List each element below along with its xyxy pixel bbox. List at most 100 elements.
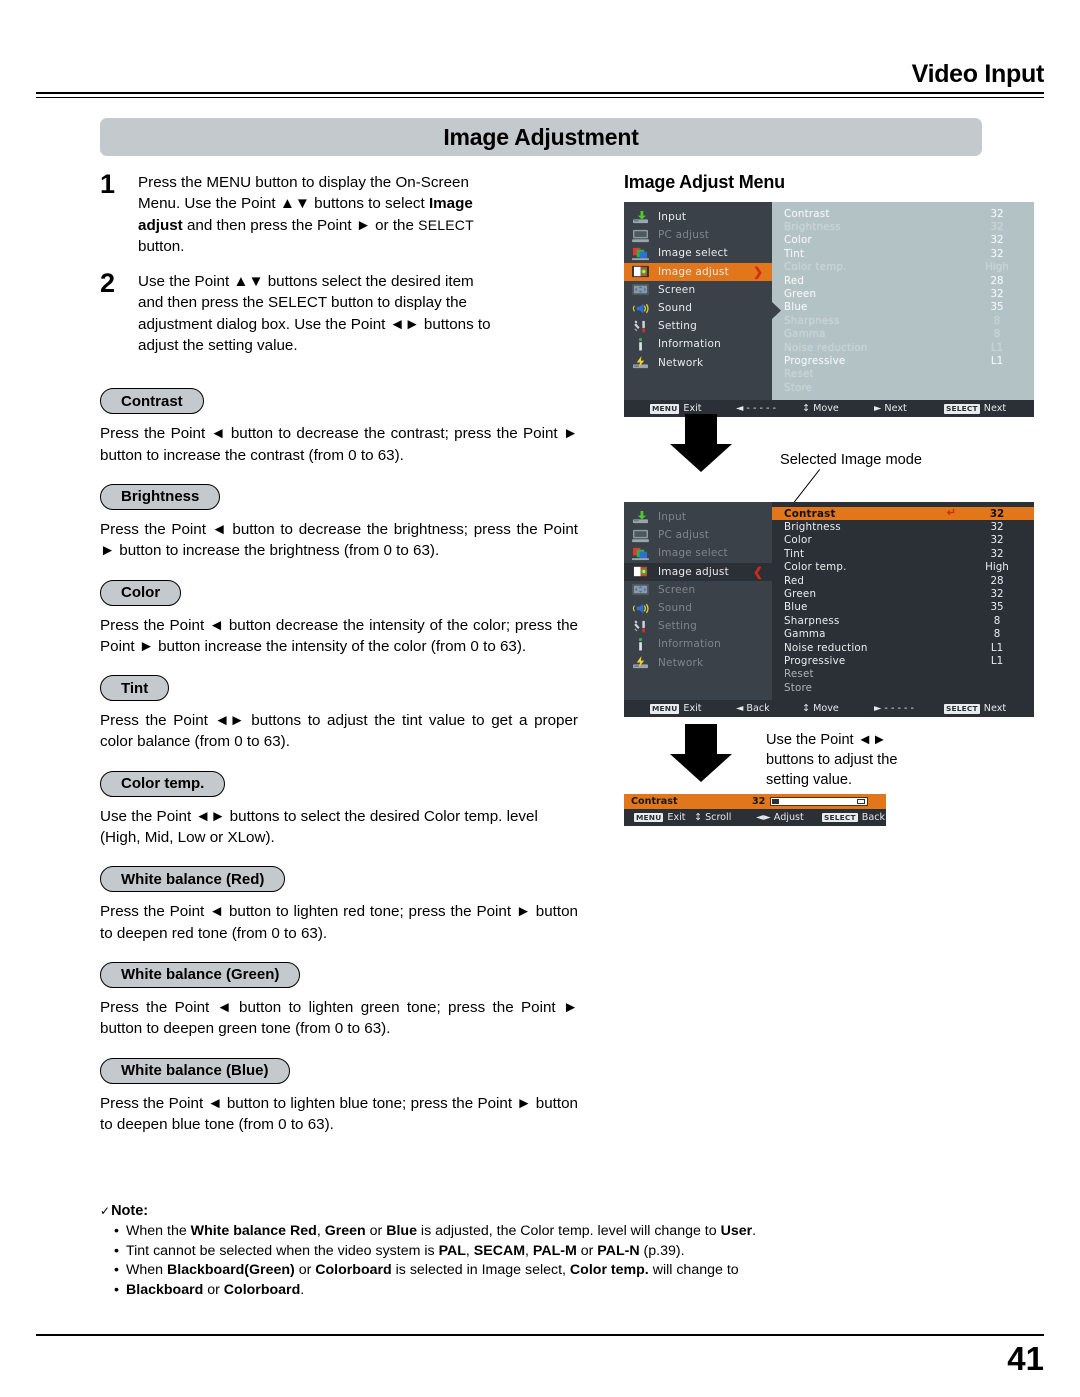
sidebar-item-information[interactable]: Information [624,335,772,353]
statusbar-label: Next [983,703,1007,715]
osd-item-label: Reset [784,668,814,681]
osd-menu-2-items[interactable]: Contrast 32 ↵ Brightness 32 Color 32 Tint 32 Colo… [772,502,1034,701]
osd-menu-2-sidebar[interactable]: Input PC adjust Image select Image adjust ❮ S… [624,502,772,701]
sidebar-item-image-select[interactable]: Image select [624,244,772,262]
osd-item-blue[interactable]: Blue 35 [772,601,1034,614]
osd-item-contrast[interactable]: Contrast 32 ↵ [772,507,1034,521]
select-key-icon: SELECT [944,704,980,714]
osd-item-contrast[interactable]: Contrast 32 [772,207,1034,220]
step-1-bold-image: Image [428,195,473,213]
osd-item-noise-reduction[interactable]: Noise reduction L1 [772,341,1034,354]
contrast-slider-knob[interactable] [772,799,779,804]
network-icon [631,655,650,670]
screen-icon [631,582,650,597]
contrast-slider[interactable] [770,797,868,806]
sidebar-item-label: Screen [658,283,696,296]
step-1-line2a: Menu. Use the Point [138,195,280,213]
osd-item-sharpness[interactable]: Sharpness 8 [772,314,1034,327]
pc-adjust-icon [631,528,650,543]
sidebar-item-input[interactable]: Input [624,508,772,526]
osd-item-label: Contrast [784,507,836,520]
text-white-balance-green: Press the Point ◄ button to lighten gree… [100,998,578,1038]
sidebar-item-screen[interactable]: Screen [624,281,772,299]
osd-item-value: 32 [990,521,1004,534]
sidebar-item-image-select[interactable]: Image select [624,544,772,562]
osd-menu-1-items[interactable]: Contrast 32 Brightness 32 Color 32 Tint 32 Color… [772,202,1034,401]
osd-item-green[interactable]: Green 32 [772,587,1034,600]
sidebar-item-label: Image select [658,547,728,560]
osd-item-tint[interactable]: Tint 32 [772,247,1034,260]
osd-item-gamma[interactable]: Gamma 8 [772,628,1034,641]
sidebar-item-setting[interactable]: Setting [624,617,772,635]
section-tint: Tint Press the Point ◄► buttons to adjus… [100,657,578,753]
contrast-adjust-dialog[interactable]: Contrast 32 MENU Exit ↕ Scroll ◄► Adjust SEL… [624,794,886,826]
sound-icon [631,601,650,616]
pill-contrast: Contrast [100,388,204,415]
osd-item-gamma[interactable]: Gamma 8 [772,328,1034,341]
header-rule-top [36,92,1044,94]
osd-item-label: Blue [784,301,808,314]
sidebar-item-pc-adjust[interactable]: PC adjust [624,226,772,244]
osd-item-tint[interactable]: Tint 32 [772,547,1034,560]
osd-item-red[interactable]: Red 28 [772,274,1034,287]
sidebar-item-network[interactable]: Network [624,354,772,372]
sidebar-item-image-adjust[interactable]: Image adjust ❮ [624,562,772,581]
osd-item-value: L1 [990,354,1004,367]
osd-item-progressive[interactable]: Progressive L1 [772,354,1034,367]
text-color: Press the Point ◄ button decrease the in… [100,616,578,655]
osd-item-label: Progressive [784,654,846,667]
manual-page: Video Input Image Adjustment 1 Press the… [0,0,1080,1397]
osd-menu-1-sidebar[interactable]: Input PC adjust Image select Image adjust ❯ S… [624,202,772,401]
osd-item-noise-reduction[interactable]: Noise reduction L1 [772,641,1034,654]
text-color-temp: Use the Point ◄► buttons to select the d… [100,807,538,847]
network-icon [631,355,650,370]
statusbar-cell: ► Next [874,403,907,414]
sidebar-item-sound[interactable]: Sound [624,599,772,617]
pill-white-balance-red: White balance (Red) [100,866,286,893]
sidebar-item-sound[interactable]: Sound [624,299,772,317]
osd-item-color-temp-[interactable]: Color temp. High [772,261,1034,274]
sidebar-item-input[interactable]: Input [624,208,772,226]
osd-item-color[interactable]: Color 32 [772,534,1034,547]
osd-item-brightness[interactable]: Brightness 32 [772,220,1034,233]
sidebar-item-setting[interactable]: Setting [624,317,772,335]
sidebar-item-pc-adjust[interactable]: PC adjust [624,526,772,544]
osd-item-brightness[interactable]: Brightness 32 [772,520,1034,533]
osd-item-store[interactable]: Store [772,681,1034,694]
annotation-adjust-hint: Use the Point ◄► buttons to adjust the s… [766,730,897,790]
osd-item-label: Reset [784,368,814,381]
statusbar-cell: MENU Exit [650,403,702,414]
osd-item-value: 8 [993,614,1001,627]
osd-item-color[interactable]: Color 32 [772,234,1034,247]
sidebar-item-screen[interactable]: Screen [624,581,772,599]
step-2-number: 2 [100,268,116,299]
statusbar-label: Exit [683,403,702,415]
osd-item-color-temp-[interactable]: Color temp. High [772,561,1034,574]
osd-item-value: 8 [993,314,1001,327]
section-white-balance-blue: White balance (Blue) Press the Point ◄ b… [100,1040,578,1136]
osd-item-label: Color [784,534,812,547]
osd-item-sharpness[interactable]: Sharpness 8 [772,614,1034,627]
chevron-right-icon: ❯ [752,264,763,279]
sidebar-item-image-adjust[interactable]: Image adjust ❯ [624,262,772,281]
sidebar-item-label: Network [658,356,704,369]
step-1-number: 1 [100,169,116,199]
sidebar-item-network[interactable]: Network [624,654,772,672]
page-header-title: Video Input [911,60,1045,88]
osd-item-progressive[interactable]: Progressive L1 [772,654,1034,667]
header-rule-bottom [36,97,1044,98]
section-white-balance-red: White balance (Red) Press the Point ◄ bu… [100,848,578,944]
pill-color: Color [100,579,182,606]
osd-item-reset[interactable]: Reset [772,668,1034,681]
osd-menu-1-body: Input PC adjust Image select Image adjust ❯ S… [624,202,1034,401]
osd-item-red[interactable]: Red 28 [772,574,1034,587]
osd-item-value: L1 [990,654,1004,667]
osd-item-store[interactable]: Store [772,381,1034,394]
osd-item-green[interactable]: Green 32 [772,287,1034,300]
step-2-line1a: Use the Point [138,273,234,291]
osd-item-reset[interactable]: Reset [772,368,1034,381]
step-2-line4: adjust the setting value. [138,337,298,355]
osd-item-blue[interactable]: Blue 35 [772,301,1034,314]
sidebar-item-information[interactable]: Information [624,635,772,653]
text-brightness: Press the Point ◄ button to decrease the… [100,520,578,560]
